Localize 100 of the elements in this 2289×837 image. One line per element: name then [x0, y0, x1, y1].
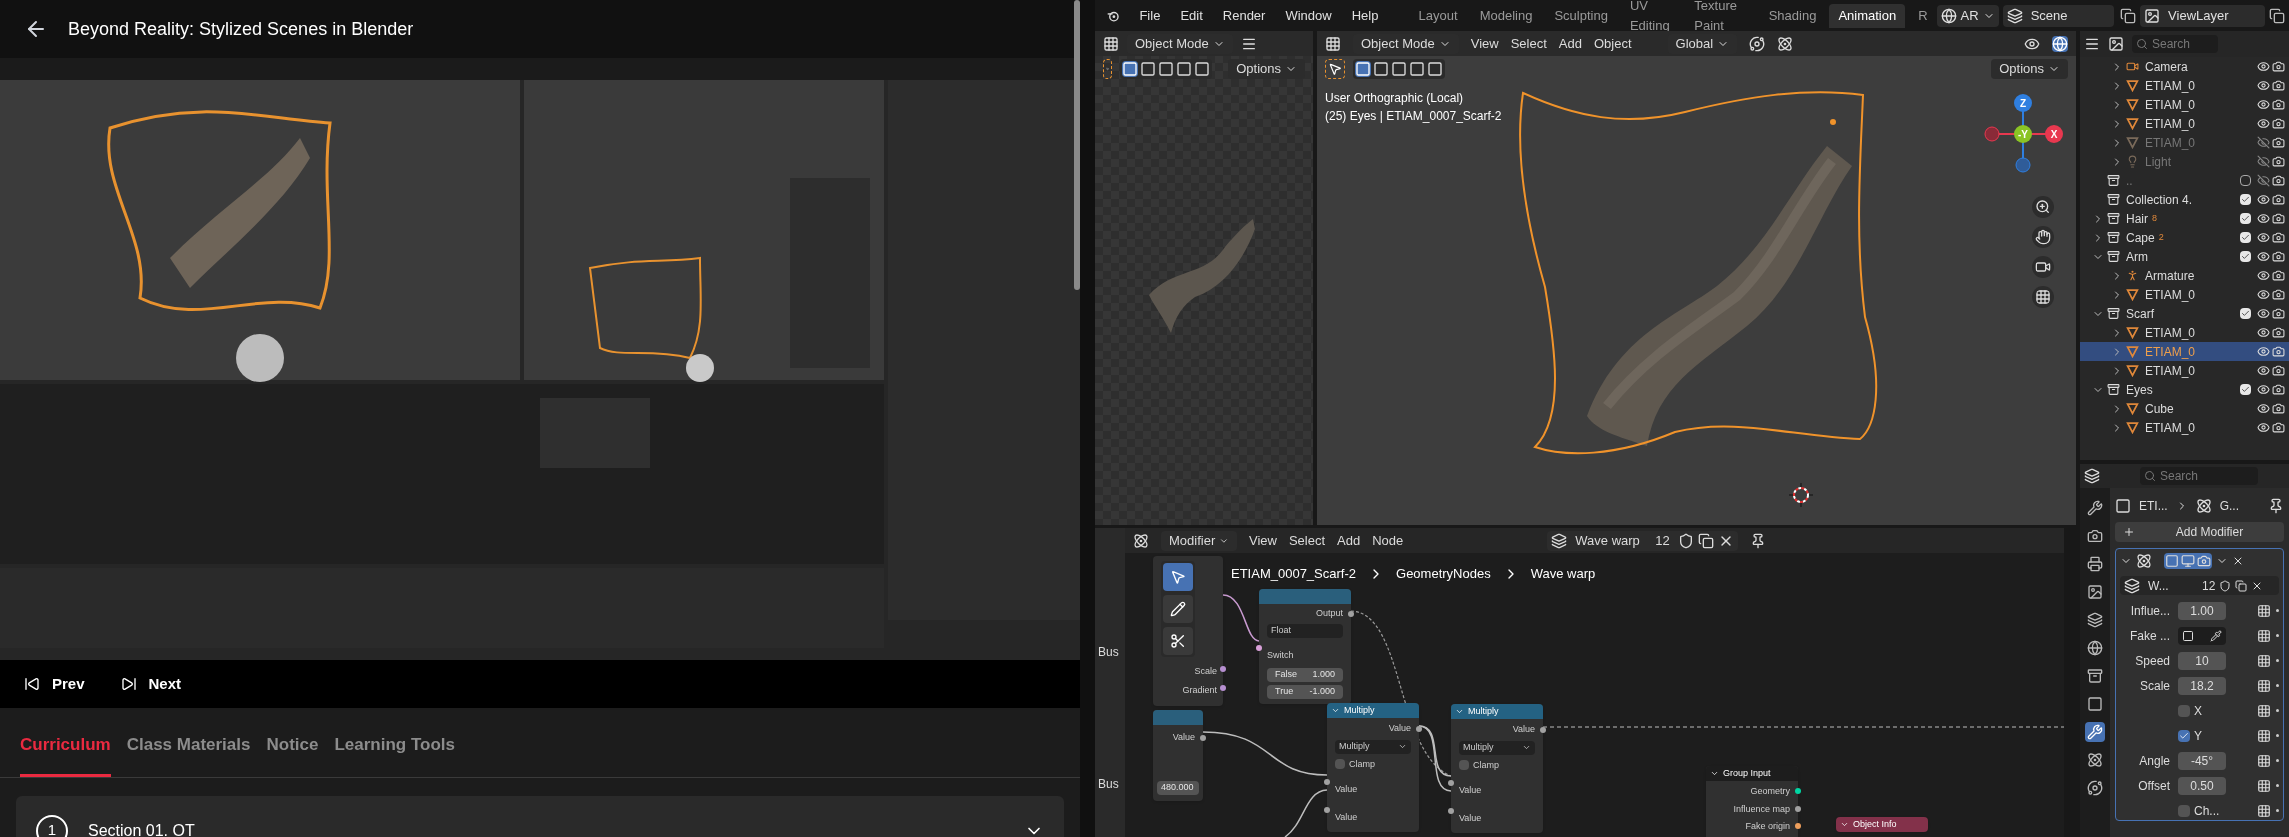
node[interactable]: Multiply Value Multiply Clamp Value Value — [1327, 703, 1419, 832]
eye-icon[interactable] — [2257, 383, 2270, 396]
collection-checkbox[interactable] — [2240, 308, 2251, 319]
shield-icon[interactable] — [1677, 532, 1694, 549]
camera-icon[interactable] — [2272, 98, 2285, 111]
eye-icon[interactable] — [2257, 250, 2270, 263]
outliner-row[interactable]: Camera — [2080, 57, 2289, 76]
node[interactable]: Value 480.000 — [1153, 710, 1203, 801]
display-mode-icon[interactable] — [2084, 36, 2100, 52]
collection-checkbox[interactable] — [2240, 175, 2251, 186]
camera-icon[interactable] — [2272, 364, 2285, 377]
outliner-row[interactable]: ETIAM_0 — [2080, 95, 2289, 114]
eye-icon[interactable] — [2257, 345, 2270, 358]
camera-icon[interactable] — [2272, 421, 2285, 434]
outliner-row[interactable]: Cape 2 — [2080, 228, 2289, 247]
node-group-name[interactable]: W... — [2144, 576, 2198, 595]
eye-closed-icon[interactable] — [2257, 174, 2270, 187]
camera-icon[interactable] — [2032, 256, 2054, 278]
grid-icon[interactable] — [2032, 286, 2054, 308]
value-field[interactable]: 480.000 — [1157, 780, 1199, 795]
collection-checkbox[interactable] — [2240, 213, 2251, 224]
add-modifier-button[interactable]: Add Modifier — [2115, 522, 2284, 542]
outliner-row[interactable]: Arm — [2080, 247, 2289, 266]
operation-dropdown[interactable]: Multiply — [1335, 739, 1411, 754]
collection-checkbox[interactable] — [2240, 251, 2251, 262]
menu-item[interactable]: View — [1470, 33, 1499, 54]
breadcrumb-item[interactable]: GeometryNodes — [1396, 564, 1491, 584]
menu-item[interactable]: Node — [1372, 530, 1404, 551]
camera-icon[interactable] — [2272, 250, 2285, 263]
camera-icon[interactable] — [2272, 79, 2285, 92]
keyframe-decorator-icon[interactable] — [2257, 778, 2271, 793]
view-layer-tab-icon[interactable] — [2085, 582, 2105, 602]
outliner-row[interactable]: Cube — [2080, 399, 2289, 418]
copy-icon[interactable] — [2269, 7, 2285, 24]
camera-icon[interactable] — [2272, 269, 2285, 282]
outliner-row[interactable]: Hair 8 — [2080, 209, 2289, 228]
next-button[interactable]: Next — [120, 672, 182, 696]
object-tab-icon[interactable] — [2085, 694, 2105, 714]
copy-icon[interactable] — [2120, 7, 2137, 24]
number-field[interactable]: 0.50 — [2178, 776, 2226, 795]
section-card[interactable]: 1 Section 01. OT — [16, 795, 1064, 837]
copy-icon[interactable] — [1697, 532, 1714, 549]
breadcrumb-item[interactable]: ETIAM_0007_Scarf-2 — [1231, 564, 1356, 584]
number-field[interactable]: -45° — [2178, 751, 2226, 770]
context-dropdown[interactable]: Modifier — [1161, 530, 1237, 551]
object-field[interactable] — [2178, 626, 2226, 645]
camera-icon[interactable] — [2272, 136, 2285, 149]
camera-icon[interactable] — [2272, 231, 2285, 244]
menu-item[interactable]: Object — [1593, 33, 1632, 54]
checkbox[interactable] — [2178, 729, 2190, 742]
outliner-row[interactable]: ETIAM_0 — [2080, 114, 2289, 133]
outliner-row[interactable]: ETIAM_0 — [2080, 342, 2289, 361]
camera-icon[interactable] — [2272, 193, 2285, 206]
collection-checkbox[interactable] — [2240, 194, 2251, 205]
workspace-tab[interactable]: Texture Paint — [1685, 3, 1756, 28]
workspace-tab[interactable]: Shading — [1759, 3, 1826, 28]
view-layer-selector[interactable]: ViewLayer — [2140, 4, 2265, 27]
physics-tab-icon[interactable] — [2085, 778, 2105, 798]
particles-tab-icon[interactable] — [2085, 750, 2105, 770]
view-layer-icon[interactable] — [2108, 36, 2124, 52]
operation-dropdown[interactable]: Multiply — [1459, 740, 1535, 755]
output-tab-icon[interactable] — [2085, 554, 2105, 574]
eye-icon[interactable] — [2257, 288, 2270, 301]
camera-icon[interactable] — [2272, 174, 2285, 187]
outliner-row[interactable]: Scarf — [2080, 304, 2289, 323]
outliner-row[interactable]: ETIAM_0 — [2080, 361, 2289, 380]
workspace-tab[interactable]: Layout — [1409, 3, 1467, 28]
breadcrumb-item[interactable]: ETI... — [2139, 497, 2168, 515]
search-field[interactable]: Search — [2140, 467, 2258, 485]
scene-selector[interactable]: Scene — [2002, 4, 2115, 27]
node[interactable]: Object Info — [1836, 817, 1928, 832]
eye-icon[interactable] — [2257, 193, 2270, 206]
select-box-tool-icon[interactable] — [1163, 563, 1193, 591]
scene-tab-icon[interactable] — [2085, 610, 2105, 630]
eye-icon[interactable] — [2257, 98, 2270, 111]
scrollbar[interactable] — [1074, 0, 1080, 290]
checkbox[interactable] — [2178, 804, 2190, 817]
camera-icon[interactable] — [2272, 402, 2285, 415]
eye-icon[interactable] — [2257, 307, 2270, 320]
eye-icon[interactable] — [2257, 60, 2270, 73]
menu-item[interactable]: Add — [1558, 33, 1582, 54]
type-dropdown[interactable]: Float — [1267, 623, 1343, 638]
eye-icon[interactable] — [2257, 79, 2270, 92]
eye-icon[interactable] — [2257, 212, 2270, 225]
workspace-tab[interactable]: Sculpting — [1545, 3, 1617, 28]
modifiers-tab-icon[interactable] — [2085, 722, 2105, 742]
eye-icon[interactable] — [2257, 326, 2270, 339]
checkbox[interactable] — [2178, 704, 2190, 717]
outliner-row[interactable]: Collection 4. — [2080, 190, 2289, 209]
eye-closed-icon[interactable] — [2257, 155, 2270, 168]
clamp-checkbox[interactable] — [1459, 760, 1469, 771]
value-field[interactable]: True -1.000 — [1267, 684, 1343, 699]
selection-mode-buttons[interactable] — [1353, 59, 1445, 79]
zoom-icon[interactable] — [2032, 196, 2054, 218]
keyframe-decorator-icon[interactable] — [2257, 703, 2271, 718]
eye-icon[interactable] — [2257, 231, 2270, 244]
course-tab[interactable]: Class Materials — [126, 716, 251, 777]
breadcrumb-item[interactable]: G... — [2219, 497, 2239, 515]
camera-icon[interactable] — [2272, 326, 2285, 339]
menu-item[interactable]: Select — [1288, 530, 1326, 551]
